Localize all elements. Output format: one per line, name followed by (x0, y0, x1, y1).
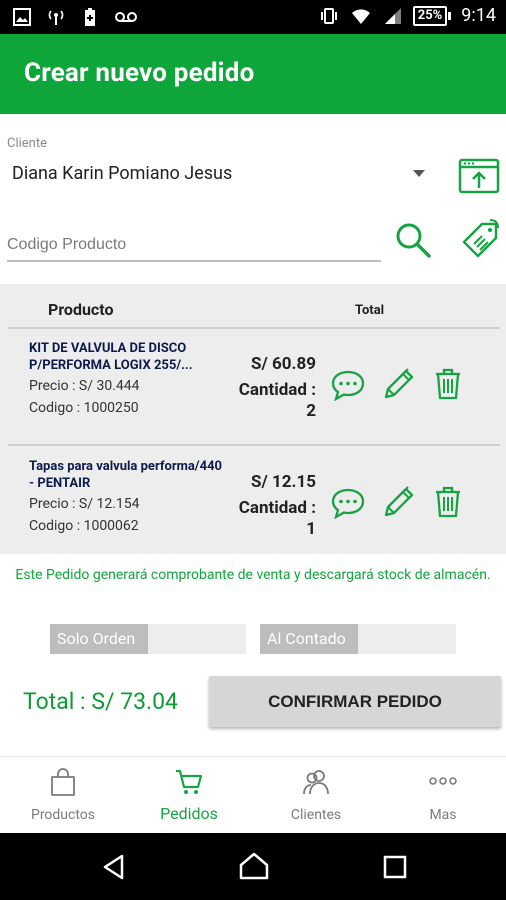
table-row[interactable]: KIT DE VALVULA DE DISCO P/PERFORMA LOGIX… (0, 340, 506, 450)
recents-icon[interactable] (382, 854, 408, 880)
hotspot-icon (48, 10, 64, 25)
nav-label-clientes: Clientes (290, 807, 342, 823)
product-code: Codigo : 1000062 (29, 518, 139, 534)
search-icon[interactable] (394, 221, 432, 259)
clock: 9:14 (461, 5, 496, 26)
bottom-navigation: Productos Pedidos Clientes Mas (0, 756, 506, 833)
quantity-label: Cantidad : (238, 380, 316, 400)
divider (8, 327, 500, 329)
nav-label-productos: Productos (30, 807, 96, 823)
al-contado-label: Al Contado (260, 624, 358, 654)
divider (8, 444, 500, 446)
nav-item-clientes[interactable]: Clientes (253, 757, 379, 834)
barcode-tag-icon[interactable] (460, 218, 502, 260)
system-navigation-bar (0, 833, 506, 900)
page-title: Crear nuevo pedido (24, 58, 255, 88)
quantity-value: 2 (306, 401, 316, 421)
delete-trash-icon[interactable] (433, 485, 463, 519)
solo-orden-label: Solo Orden (50, 624, 148, 654)
battery-level: 25% (412, 5, 448, 26)
app-bar: Crear nuevo pedido (0, 34, 506, 114)
battery-plus-icon (85, 8, 95, 26)
order-note: Este Pedido generará comprobante de vent… (15, 567, 491, 583)
voicemail-icon (115, 12, 137, 22)
nav-label-pedidos: Pedidos (160, 804, 218, 823)
more-dots-icon (429, 777, 457, 785)
cliente-label: Cliente (7, 136, 48, 151)
cliente-select[interactable]: Diana Karin Pomiano Jesus (12, 163, 232, 184)
screen: 25% 9:14 Crear nuevo pedido Cliente Dian… (0, 0, 506, 900)
product-price: Precio : S/ 12.154 (29, 496, 140, 512)
row-total: S/ 12.15 (251, 472, 316, 492)
signal-icon (384, 7, 401, 24)
back-icon[interactable] (100, 853, 128, 881)
product-name: KIT DE VALVULA DE DISCO P/PERFORMA LOGIX… (29, 341, 193, 373)
solo-orden-toggle[interactable]: Solo Orden (50, 624, 246, 654)
product-code: Codigo : 1000250 (29, 400, 139, 416)
table-row[interactable]: Tapas para valvula performa/440 - PENTAI… (0, 458, 506, 568)
column-header-producto: Producto (48, 300, 114, 319)
product-name: Tapas para valvula performa/440 - PENTAI… (29, 459, 222, 491)
nav-item-mas[interactable]: Mas (380, 757, 506, 834)
delete-trash-icon[interactable] (433, 367, 463, 401)
edit-pencil-icon[interactable] (381, 368, 415, 402)
product-price: Precio : S/ 30.444 (29, 378, 140, 394)
chevron-down-icon[interactable] (413, 170, 425, 177)
image-icon (13, 8, 31, 26)
comment-icon[interactable] (331, 369, 365, 401)
battery-indicator: 25% (412, 5, 452, 26)
vibrate-icon (320, 7, 337, 24)
table-header: Producto Total (0, 284, 506, 328)
quantity-value: 1 (306, 519, 316, 539)
column-header-total: Total (355, 303, 385, 318)
al-contado-toggle[interactable]: Al Contado (260, 624, 456, 654)
shopping-bag-icon (51, 768, 75, 796)
nav-label-mas: Mas (429, 807, 457, 823)
row-total: S/ 60.89 (251, 354, 316, 374)
confirm-order-button[interactable]: CONFIRMAR PEDIDO (209, 676, 501, 727)
home-icon[interactable] (238, 851, 270, 881)
open-window-icon[interactable] (458, 158, 500, 196)
shopping-cart-icon (176, 769, 203, 794)
nav-item-pedidos[interactable]: Pedidos (126, 757, 252, 834)
codigo-producto-input[interactable] (7, 230, 381, 262)
order-total: Total : S/ 73.04 (23, 688, 178, 715)
quantity-label: Cantidad : (238, 498, 316, 518)
order-table: Producto Total KIT DE VALVULA DE DISCO P… (0, 284, 506, 554)
nav-item-productos[interactable]: Productos (0, 757, 126, 834)
users-icon (303, 770, 329, 795)
status-bar: 25% 9:14 (0, 0, 506, 34)
edit-pencil-icon[interactable] (381, 486, 415, 520)
wifi-icon (351, 8, 370, 24)
comment-icon[interactable] (331, 487, 365, 519)
